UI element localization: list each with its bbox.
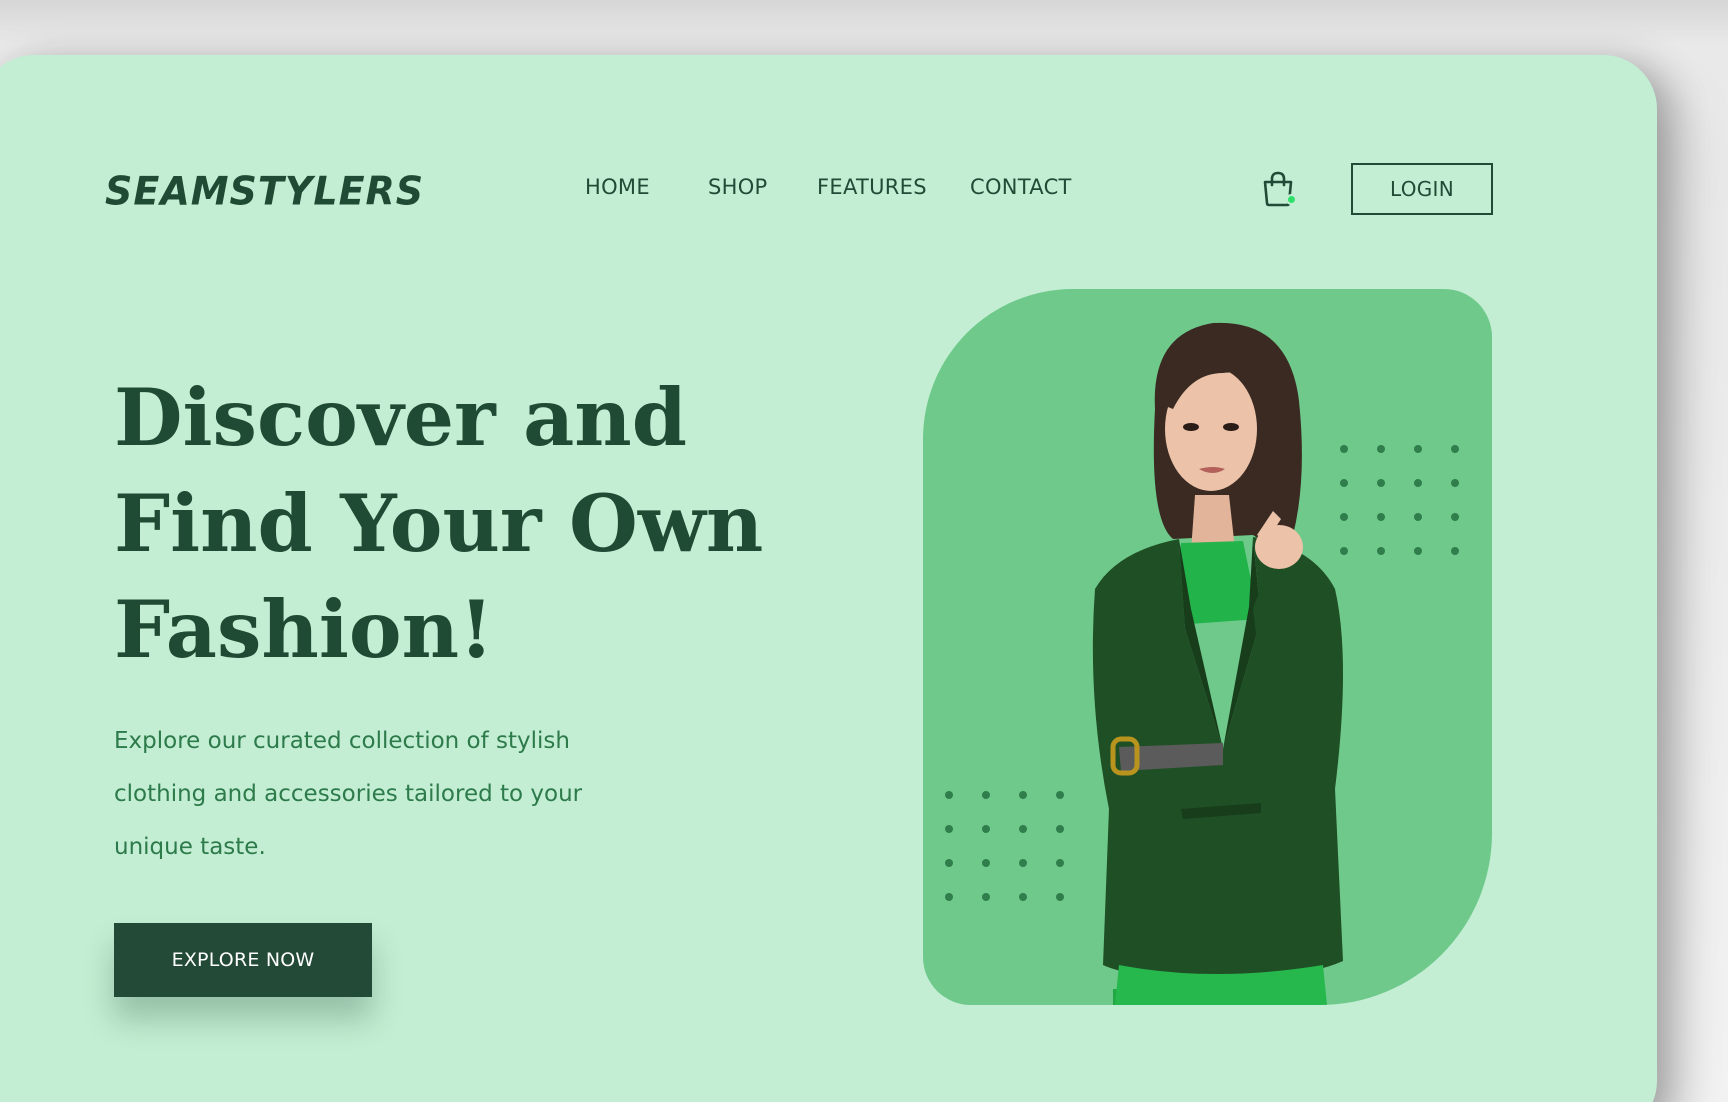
- brand-logo[interactable]: SEAMSTYLERS: [105, 168, 424, 214]
- landing-page: SEAMSTYLERS HOME SHOP FEATURES CONTACT L…: [0, 55, 1657, 1102]
- nav-home[interactable]: HOME: [585, 175, 650, 199]
- hero-description-line: clothing and accessories tailored to you…: [114, 781, 583, 807]
- shopping-bag-icon[interactable]: [1261, 171, 1297, 207]
- hero-description-line: Explore our curated collection of stylis…: [114, 728, 570, 754]
- hero-title-line: Find Your Own: [114, 477, 764, 570]
- dot-pattern-decoration: [945, 791, 1085, 901]
- nav-features[interactable]: FEATURES: [817, 175, 927, 199]
- login-button[interactable]: LOGIN: [1351, 163, 1493, 215]
- hero-title: Discover and Find Your Own Fashion!: [114, 365, 834, 683]
- cart-badge: [1286, 194, 1297, 205]
- hero-description: Explore our curated collection of stylis…: [114, 715, 654, 874]
- hero-title-line: Discover and: [114, 371, 687, 464]
- nav-shop[interactable]: SHOP: [708, 175, 768, 199]
- explore-now-button[interactable]: EXPLORE NOW: [114, 923, 372, 997]
- nav-contact[interactable]: CONTACT: [970, 175, 1072, 199]
- page-backdrop: SEAMSTYLERS HOME SHOP FEATURES CONTACT L…: [0, 0, 1728, 1102]
- hero-image-panel: [923, 289, 1492, 1005]
- hero-title-line: Fashion!: [114, 583, 494, 676]
- hero-description-line: unique taste.: [114, 834, 266, 860]
